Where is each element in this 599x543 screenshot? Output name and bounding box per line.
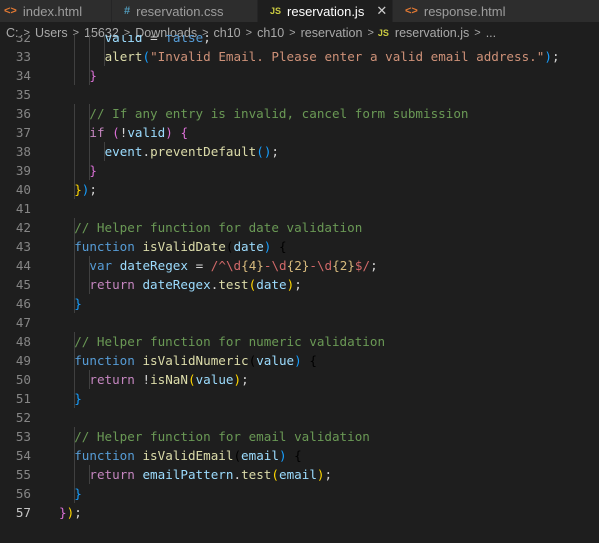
code-text: }: [74, 391, 82, 406]
code-text: // If any entry is invalid, cancel form …: [89, 106, 469, 121]
line-number: 49: [15, 353, 31, 368]
tab-reservation-css[interactable]: # reservation.css: [112, 0, 257, 22]
code-line[interactable]: 46 }: [0, 294, 599, 313]
html-file-icon: <>: [4, 5, 17, 17]
code-text: }: [74, 486, 82, 501]
line-number: 46: [15, 296, 31, 311]
code-text: function isValidEmail(email) {: [74, 448, 302, 463]
code-line[interactable]: 45 return dateRegex.test(date);: [0, 275, 599, 294]
code-line[interactable]: 33 alert("Invalid Email. Please enter a …: [0, 47, 599, 66]
code-line[interactable]: 54 function isValidEmail(email) {: [0, 446, 599, 465]
line-number: 56: [15, 486, 31, 501]
line-number: 34: [15, 68, 31, 83]
code-line[interactable]: 37 if (!valid) {: [0, 123, 599, 142]
code-line[interactable]: 44 var dateRegex = /^\d{4}-\d{2}-\d{2}$/…: [0, 256, 599, 275]
line-number: 36: [15, 106, 31, 121]
line-number: 47: [15, 315, 31, 330]
line-number: 39: [15, 163, 31, 178]
code-line[interactable]: 40 });: [0, 180, 599, 199]
css-file-icon: #: [124, 5, 131, 17]
code-editor[interactable]: 32 valid = false; 33 alert("Invalid Email…: [0, 35, 599, 543]
code-text: }: [74, 296, 82, 311]
line-number: 54: [15, 448, 31, 463]
code-text: });: [74, 182, 97, 197]
line-number: 48: [15, 334, 31, 349]
code-text: valid = false;: [104, 35, 211, 45]
code-text: return emailPattern.test(email);: [89, 467, 333, 482]
line-number: 38: [15, 144, 31, 159]
code-text: return dateRegex.test(date);: [89, 277, 302, 292]
line-number: 45: [15, 277, 31, 292]
code-text: var dateRegex = /^\d{4}-\d{2}-\d{2}$/;: [89, 258, 378, 273]
code-line[interactable]: 49 function isValidNumeric(value) {: [0, 351, 599, 370]
code-line[interactable]: 41: [0, 199, 599, 218]
code-line[interactable]: 34 }: [0, 66, 599, 85]
line-number: 43: [15, 239, 31, 254]
code-line[interactable]: 36 // If any entry is invalid, cancel fo…: [0, 104, 599, 123]
code-line[interactable]: 50 return !isNaN(value);: [0, 370, 599, 389]
line-number: 50: [15, 372, 31, 387]
code-text: if (!valid) {: [89, 125, 189, 140]
code-text: return !isNaN(value);: [89, 372, 249, 387]
code-text: event.preventDefault();: [104, 144, 280, 159]
code-text: }: [89, 68, 97, 83]
tab-index-html[interactable]: <> index.html: [0, 0, 111, 22]
line-number: 55: [15, 467, 31, 482]
code-line[interactable]: 52: [0, 408, 599, 427]
tab-response-html[interactable]: <> response.html: [393, 0, 599, 22]
tab-reservation-js[interactable]: JS reservation.js ✕: [258, 0, 392, 22]
code-line[interactable]: 38 event.preventDefault();: [0, 142, 599, 161]
line-number: 57: [15, 505, 31, 520]
line-number: 52: [15, 410, 31, 425]
tab-label: reservation.css: [136, 3, 224, 19]
line-number: 53: [15, 429, 31, 444]
code-text: });: [59, 505, 82, 520]
code-line[interactable]: 48 // Helper function for numeric valida…: [0, 332, 599, 351]
line-number: 40: [15, 182, 31, 197]
code-line[interactable]: 35: [0, 85, 599, 104]
code-line[interactable]: 43 function isValidDate(date) {: [0, 237, 599, 256]
editor-tab-bar: <> index.html # reservation.css JS reser…: [0, 0, 599, 22]
tab-label: index.html: [22, 3, 83, 19]
code-text: alert("Invalid Email. Please enter a val…: [104, 49, 560, 64]
code-line[interactable]: 55 return emailPattern.test(email);: [0, 465, 599, 484]
line-number: 37: [15, 125, 31, 140]
line-number: 42: [15, 220, 31, 235]
line-number: 32: [15, 35, 31, 45]
code-text: // Helper function for email validation: [74, 429, 370, 444]
code-text: // Helper function for date validation: [74, 220, 363, 235]
line-number: 51: [15, 391, 31, 406]
code-text: function isValidNumeric(value) {: [74, 353, 317, 368]
code-text: // Helper function for numeric validatio…: [74, 334, 386, 349]
tab-label: response.html: [423, 3, 506, 19]
close-tab-icon[interactable]: ✕: [376, 3, 387, 19]
js-file-icon: JS: [270, 6, 282, 16]
code-text: }: [89, 163, 97, 178]
code-line[interactable]: 56 }: [0, 484, 599, 503]
html-file-icon: <>: [405, 5, 418, 17]
line-number: 33: [15, 49, 31, 64]
code-text: function isValidDate(date) {: [74, 239, 287, 254]
code-line[interactable]: 47: [0, 313, 599, 332]
tab-label: reservation.js: [287, 3, 365, 19]
line-number: 44: [15, 258, 31, 273]
code-line[interactable]: 51 }: [0, 389, 599, 408]
line-number: 41: [15, 201, 31, 216]
code-line[interactable]: 39 }: [0, 161, 599, 180]
code-line[interactable]: 57});: [0, 503, 599, 522]
code-line[interactable]: 53 // Helper function for email validati…: [0, 427, 599, 446]
line-number: 35: [15, 87, 31, 102]
code-line[interactable]: 42 // Helper function for date validatio…: [0, 218, 599, 237]
code-line[interactable]: 32 valid = false;: [0, 35, 599, 47]
